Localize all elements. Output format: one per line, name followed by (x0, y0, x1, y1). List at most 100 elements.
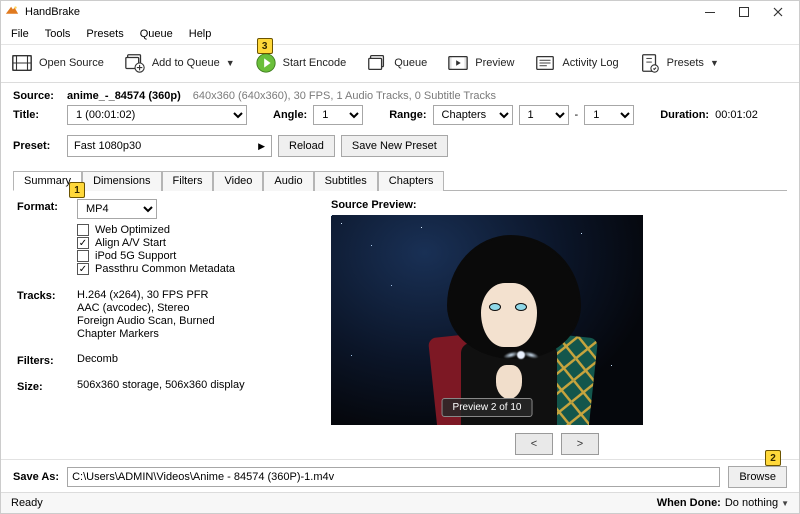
track-line: H.264 (x264), 30 FPS PFR (77, 289, 215, 301)
titlebar: HandBrake (1, 1, 799, 24)
range-dash: - (575, 109, 579, 121)
filters-value: Decomb (77, 353, 118, 365)
add-to-queue-label: Add to Queue (152, 57, 220, 69)
save-as-row: Save As: Browse 2 (1, 459, 799, 492)
source-preview-title: Source Preview: (331, 199, 783, 211)
when-done-label: When Done: (657, 497, 721, 509)
start-encode-label: Start Encode (283, 57, 347, 69)
browse-button[interactable]: Browse (728, 466, 787, 488)
tab-dimensions[interactable]: Dimensions (82, 171, 161, 191)
preset-value: Fast 1080p30 (74, 140, 141, 152)
web-optimized-checkbox[interactable]: Web Optimized (77, 224, 235, 236)
menu-presets[interactable]: Presets (78, 25, 131, 43)
preview-nav: < > (331, 433, 783, 455)
film-icon (11, 52, 33, 74)
track-line: Foreign Audio Scan, Burned (77, 315, 215, 327)
preview-icon (447, 52, 469, 74)
tab-audio[interactable]: Audio (263, 171, 313, 191)
source-name: anime_-_84574 (360p) (67, 90, 181, 102)
presets-button[interactable]: Presets ▼ (629, 48, 729, 78)
callout-2: 2 (765, 450, 781, 466)
angle-select[interactable]: 1 (313, 105, 363, 125)
statusbar: Ready When Done: Do nothing▼ (1, 492, 799, 513)
chevron-down-icon: ▼ (226, 58, 235, 68)
preview-button[interactable]: Preview (437, 48, 524, 78)
ipod-label: iPod 5G Support (95, 250, 176, 262)
reload-preset-button[interactable]: Reload (278, 135, 335, 157)
tracks-label: Tracks: (17, 288, 77, 302)
save-as-input[interactable] (67, 467, 720, 487)
format-select[interactable]: MP4 (77, 199, 157, 219)
window: HandBrake File Tools Presets Queue Help … (0, 0, 800, 514)
open-source-button[interactable]: Open Source (1, 48, 114, 78)
close-button[interactable] (761, 2, 795, 22)
minimize-button[interactable] (693, 2, 727, 22)
preview-prev-button[interactable]: < (515, 433, 553, 455)
status-text: Ready (11, 497, 43, 509)
menu-queue[interactable]: Queue (132, 25, 181, 43)
preset-label: Preset: (13, 140, 61, 152)
play-icon (255, 52, 277, 74)
tracks-list: H.264 (x264), 30 FPS PFR AAC (avcodec), … (77, 288, 215, 341)
preview-counter: Preview 2 of 10 (442, 398, 533, 417)
passthru-checkbox[interactable]: ✓Passthru Common Metadata (77, 263, 235, 275)
duration-label: Duration: (660, 109, 709, 121)
size-label: Size: (17, 379, 77, 393)
preview-label: Preview (475, 57, 514, 69)
menubar: File Tools Presets Queue Help (1, 24, 799, 45)
passthru-label: Passthru Common Metadata (95, 263, 235, 275)
tabbar: Summary Dimensions Filters Video Audio S… (13, 170, 787, 191)
preview-next-button[interactable]: > (561, 433, 599, 455)
align-av-label: Align A/V Start (95, 237, 166, 249)
add-queue-icon (124, 52, 146, 74)
callout-3: 3 (257, 38, 273, 54)
activity-log-label: Activity Log (562, 57, 618, 69)
range-from-select[interactable]: 1 (519, 105, 569, 125)
chevron-down-icon: ▼ (710, 58, 719, 68)
open-source-label: Open Source (39, 57, 104, 69)
save-as-label: Save As: (13, 471, 59, 483)
filters-label: Filters: (17, 353, 77, 367)
align-av-checkbox[interactable]: ✓Align A/V Start (77, 237, 235, 249)
add-to-queue-button[interactable]: Add to Queue ▼ (114, 48, 245, 78)
source-section: Source: anime_-_84574 (360p) 640x360 (64… (1, 83, 799, 164)
range-to-select[interactable]: 1 (584, 105, 634, 125)
chevron-down-icon: ▼ (781, 499, 789, 508)
source-label: Source: (13, 90, 61, 102)
queue-label: Queue (394, 57, 427, 69)
menu-help[interactable]: Help (181, 25, 220, 43)
start-encode-button[interactable]: Start Encode 3 (245, 48, 357, 78)
title-select[interactable]: 1 (00:01:02) (67, 105, 247, 125)
size-value: 506x360 storage, 506x360 display (77, 379, 245, 391)
queue-button[interactable]: Queue (356, 48, 437, 78)
preset-picker[interactable]: Fast 1080p30 ▶ (67, 135, 272, 157)
ipod-checkbox[interactable]: iPod 5G Support (77, 250, 235, 262)
tab-filters[interactable]: Filters (162, 171, 214, 191)
range-type-select[interactable]: Chapters (433, 105, 513, 125)
menu-file[interactable]: File (3, 25, 37, 43)
activity-log-icon (534, 52, 556, 74)
tab-subtitles[interactable]: Subtitles (314, 171, 378, 191)
queue-icon (366, 52, 388, 74)
summary-left: Format: MP4 Web Optimized ✓Align A/V Sta… (17, 199, 317, 455)
maximize-button[interactable] (727, 2, 761, 22)
range-label: Range: (389, 109, 426, 121)
presets-label: Presets (667, 57, 704, 69)
web-optimized-label: Web Optimized (95, 224, 170, 236)
app-title: HandBrake (25, 6, 80, 18)
tab-video[interactable]: Video (213, 171, 263, 191)
track-line: Chapter Markers (77, 328, 215, 340)
activity-log-button[interactable]: Activity Log (524, 48, 628, 78)
menu-tools[interactable]: Tools (37, 25, 79, 43)
title-label: Title: (13, 109, 61, 121)
summary-right: Source Preview: Preview 2 of 10 < > (331, 199, 783, 455)
tab-chapters[interactable]: Chapters (378, 171, 445, 191)
duration-value: 00:01:02 (715, 109, 758, 121)
save-new-preset-button[interactable]: Save New Preset (341, 135, 448, 157)
app-icon (5, 5, 19, 19)
track-line: AAC (avcodec), Stereo (77, 302, 215, 314)
when-done-dropdown[interactable]: Do nothing▼ (725, 497, 789, 509)
chevron-right-icon: ▶ (258, 141, 265, 152)
source-meta: 640x360 (640x360), 30 FPS, 1 Audio Track… (193, 90, 496, 102)
source-preview-image: Preview 2 of 10 (331, 215, 643, 425)
